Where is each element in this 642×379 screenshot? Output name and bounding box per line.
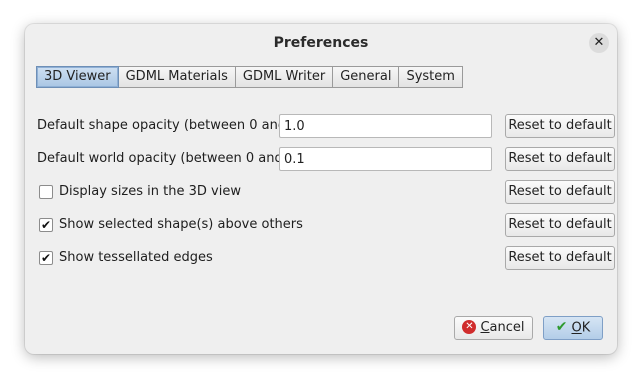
shape-opacity-label: Default shape opacity (between 0 and 1) [37, 118, 304, 133]
tessellated-edges-reset-button[interactable]: Reset to default [505, 246, 615, 270]
close-button[interactable]: ✕ [589, 33, 609, 53]
checkmark-icon: ✔ [40, 251, 52, 265]
world-opacity-reset-button[interactable]: Reset to default [505, 147, 615, 171]
title-bar: Preferences ✕ [25, 24, 617, 64]
close-icon: ✕ [593, 35, 605, 50]
tab-system[interactable]: System [398, 66, 463, 88]
cancel-label-rest: ancel [489, 320, 525, 335]
ok-check-icon: ✔ [555, 319, 568, 335]
display-sizes-reset-button[interactable]: Reset to default [505, 180, 615, 204]
checkmark-icon: ✔ [40, 218, 52, 232]
selected-above-reset-button[interactable]: Reset to default [505, 213, 615, 237]
selected-above-label[interactable]: Show selected shape(s) above others [59, 217, 303, 232]
dialog-title: Preferences [273, 35, 369, 51]
shape-opacity-reset-button[interactable]: Reset to default [505, 114, 615, 138]
display-sizes-label[interactable]: Display sizes in the 3D view [59, 184, 241, 199]
tab-general[interactable]: General [332, 66, 400, 88]
ok-button[interactable]: ✔ OK [543, 316, 603, 340]
tab-gdml-writer[interactable]: GDML Writer [234, 66, 334, 88]
shape-opacity-input[interactable]: 1.0 [279, 114, 492, 138]
shape-opacity-row: Default shape opacity (between 0 and 1) … [37, 114, 615, 138]
world-opacity-row: Default world opacity (between 0 and 1) … [37, 147, 615, 171]
display-sizes-checkbox[interactable] [39, 185, 53, 199]
cancel-icon: ✕ [462, 319, 477, 334]
ok-mnemonic: O [571, 320, 582, 336]
world-opacity-label: Default world opacity (between 0 and 1) [37, 151, 301, 166]
tab-3d-viewer[interactable]: 3D Viewer [36, 66, 119, 88]
preferences-dialog: Preferences ✕ 3D Viewer GDML Materials G… [25, 24, 617, 354]
tessellated-edges-label[interactable]: Show tessellated edges [59, 250, 213, 265]
tessellated-edges-checkbox[interactable]: ✔ [39, 251, 53, 265]
world-opacity-input[interactable]: 0.1 [279, 147, 492, 171]
ok-label-rest: K [581, 320, 591, 336]
cancel-button[interactable]: ✕ Cancel [454, 316, 533, 340]
cancel-mnemonic: C [480, 320, 490, 335]
selected-above-checkbox[interactable]: ✔ [39, 218, 53, 232]
selected-above-row: ✔ Show selected shape(s) above others Re… [37, 213, 615, 237]
tessellated-edges-row: ✔ Show tessellated edges Reset to defaul… [37, 246, 615, 270]
display-sizes-row: Display sizes in the 3D view Reset to de… [37, 180, 615, 204]
tab-bar: 3D Viewer GDML Materials GDML Writer Gen… [36, 66, 463, 88]
tab-gdml-materials[interactable]: GDML Materials [117, 66, 236, 88]
